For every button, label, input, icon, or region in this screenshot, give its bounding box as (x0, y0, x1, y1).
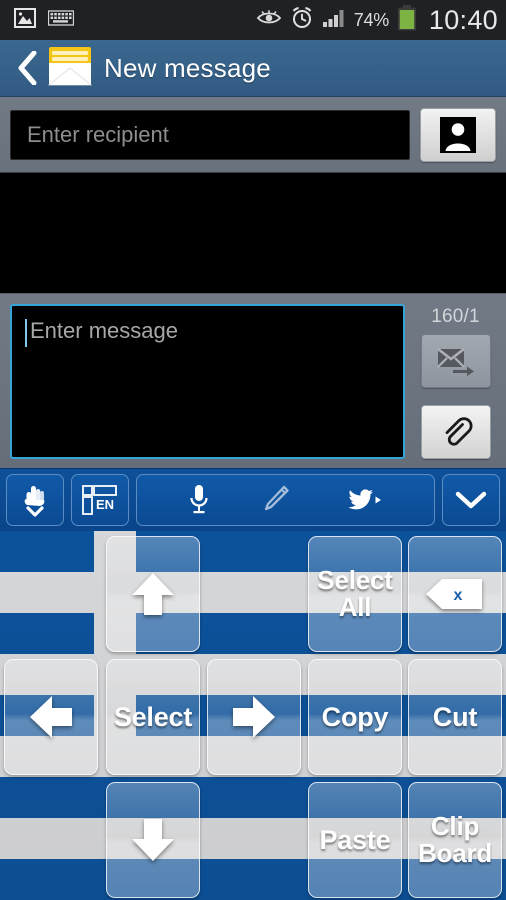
handwriting-input-button[interactable] (6, 474, 64, 526)
page-title: New message (104, 52, 271, 83)
keyboard-input-modes (136, 474, 435, 526)
key-label: Select All (317, 564, 393, 622)
send-message-icon (436, 347, 474, 376)
phone-screen: 74% 10:40 New message Enter recipient En… (0, 0, 506, 900)
key-label: Clip Board (417, 810, 493, 868)
microphone-icon (190, 485, 208, 514)
text-caret (25, 319, 27, 347)
keyboard-toolbar: EN (0, 468, 506, 531)
app-header: New message (0, 40, 506, 97)
message-placeholder: Enter message (30, 318, 178, 343)
back-button[interactable] (12, 48, 42, 88)
image-icon (14, 7, 36, 33)
status-bar-left-icons (14, 7, 75, 33)
recipient-bar: Enter recipient (0, 97, 506, 172)
battery-icon (397, 4, 417, 36)
key-copy[interactable]: Copy (308, 659, 402, 775)
key-label: Paste (319, 824, 391, 855)
keypad: Select All x Select Copy Cut Paste Clip … (0, 531, 506, 900)
keyboard-icon (47, 9, 75, 31)
contacts-button[interactable] (420, 107, 496, 162)
key-cut[interactable]: Cut (408, 659, 502, 775)
key-select-all[interactable]: Select All (308, 536, 402, 652)
smart-stay-eye-icon (256, 9, 282, 32)
hand-down-icon (24, 486, 45, 517)
handwriting-pen-button[interactable] (260, 484, 290, 516)
compose-actions: 160/1 (413, 304, 498, 460)
paperclip-icon (445, 417, 472, 446)
battery-percent-label: 74% (353, 9, 389, 30)
conversation-area[interactable] (0, 172, 506, 293)
arrow-right-icon (233, 696, 275, 738)
key-label: Select (113, 701, 193, 732)
key-paste[interactable]: Paste (308, 782, 402, 898)
attach-button[interactable] (420, 405, 491, 459)
key-arrow-up[interactable] (106, 536, 200, 652)
arrow-up-icon (132, 573, 174, 615)
arrow-down-icon (132, 819, 174, 861)
send-button[interactable] (420, 334, 491, 388)
recipient-input[interactable]: Enter recipient (10, 109, 410, 160)
key-arrow-down[interactable] (106, 782, 200, 898)
input-language-button[interactable]: EN (71, 474, 129, 526)
key-clipboard[interactable]: Clip Board (408, 782, 502, 898)
signal-bars-icon (322, 8, 346, 33)
key-label: Cut (432, 701, 478, 732)
svg-text:EN: EN (96, 497, 114, 512)
status-bar-right-icons: 74% 10:40 (256, 4, 498, 36)
voice-input-button[interactable] (188, 483, 210, 517)
key-label: Copy (321, 701, 389, 732)
status-bar: 74% 10:40 (0, 0, 506, 40)
key-backspace[interactable]: x (408, 536, 502, 652)
keyboard-layout-icon: EN (82, 485, 117, 515)
pencil-icon (265, 485, 290, 511)
arrow-left-icon (30, 696, 72, 738)
svg-text:x: x (454, 587, 463, 604)
clock-label: 10:40 (428, 4, 498, 35)
key-arrow-left[interactable] (4, 659, 98, 775)
contacts-icon (440, 116, 476, 153)
hide-keyboard-button[interactable] (442, 474, 500, 526)
chevron-down-icon (455, 491, 487, 509)
key-arrow-right[interactable] (207, 659, 301, 775)
key-select[interactable]: Select (106, 659, 200, 775)
chevron-left-icon (18, 51, 37, 85)
twitter-bird-icon (348, 489, 381, 510)
backspace-icon: x (426, 579, 482, 609)
alarm-clock-icon (290, 6, 314, 35)
recipient-placeholder: Enter recipient (27, 121, 169, 147)
message-input[interactable]: Enter message (10, 304, 405, 459)
compose-bar: Enter message 160/1 (0, 293, 506, 468)
envelope-icon (47, 45, 93, 92)
twitter-share-button[interactable] (341, 484, 383, 516)
character-counter: 160/1 (431, 306, 480, 327)
